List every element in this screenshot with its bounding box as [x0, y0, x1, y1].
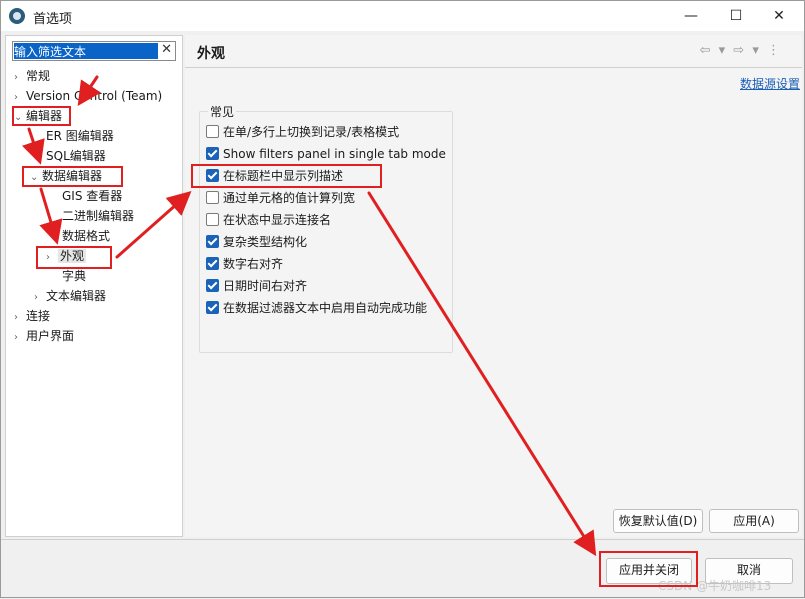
arrow-to-appearance [39, 187, 63, 245]
annotation-arrows [21, 75, 597, 557]
arrow-to-data-editor [21, 127, 45, 165]
arrow-to-column-desc [115, 191, 192, 259]
arrow-to-apply-close [367, 191, 597, 557]
preferences-window: 首选项 — ☐ ✕ ✕ ›常规 ›Version Control (Team) … [0, 0, 805, 598]
arrow-to-editors [77, 75, 101, 106]
